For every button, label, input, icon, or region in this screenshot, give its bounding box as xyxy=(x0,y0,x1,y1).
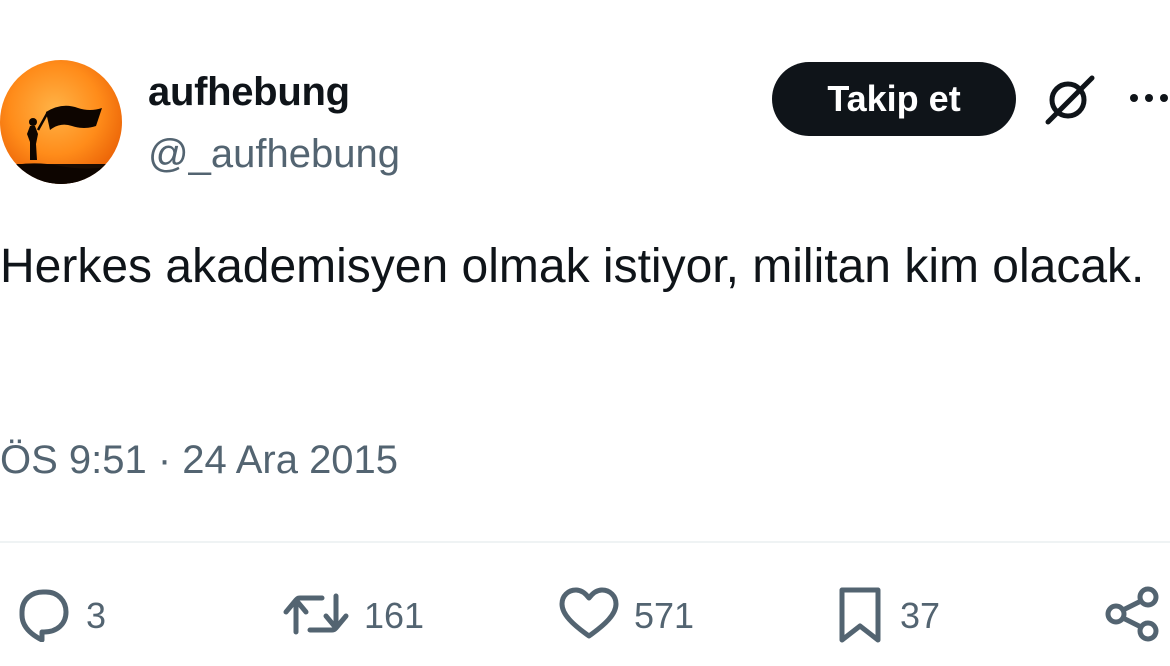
grok-icon[interactable] xyxy=(1040,72,1100,128)
reply-button[interactable]: 3 xyxy=(12,584,106,648)
bookmark-icon xyxy=(834,584,886,649)
share-icon xyxy=(1102,584,1162,649)
display-name[interactable]: aufhebung xyxy=(148,68,350,116)
like-button[interactable]: 571 xyxy=(558,584,694,648)
reply-icon xyxy=(12,586,72,647)
reply-count: 3 xyxy=(86,595,107,636)
bookmark-button[interactable]: 37 xyxy=(834,584,940,648)
retweet-count: 161 xyxy=(364,595,425,636)
avatar[interactable] xyxy=(0,60,122,184)
like-count: 571 xyxy=(634,595,695,636)
heart-icon xyxy=(558,586,620,647)
follow-button[interactable]: Takip et xyxy=(772,62,1016,136)
retweet-icon xyxy=(282,586,350,647)
share-button[interactable] xyxy=(1102,584,1162,648)
bookmark-count: 37 xyxy=(900,595,941,636)
more-dots-icon[interactable] xyxy=(1128,88,1170,108)
tweet-timestamp[interactable]: ÖS 9:51 · 24 Ara 2015 xyxy=(0,432,398,488)
divider xyxy=(0,541,1170,543)
retweet-button[interactable]: 161 xyxy=(282,584,424,648)
tweet-text: Herkes akademisyen olmak istiyor, milita… xyxy=(0,240,1145,293)
avatar-flag-silhouette-icon xyxy=(0,105,122,184)
user-handle[interactable]: @_aufhebung xyxy=(148,130,400,178)
